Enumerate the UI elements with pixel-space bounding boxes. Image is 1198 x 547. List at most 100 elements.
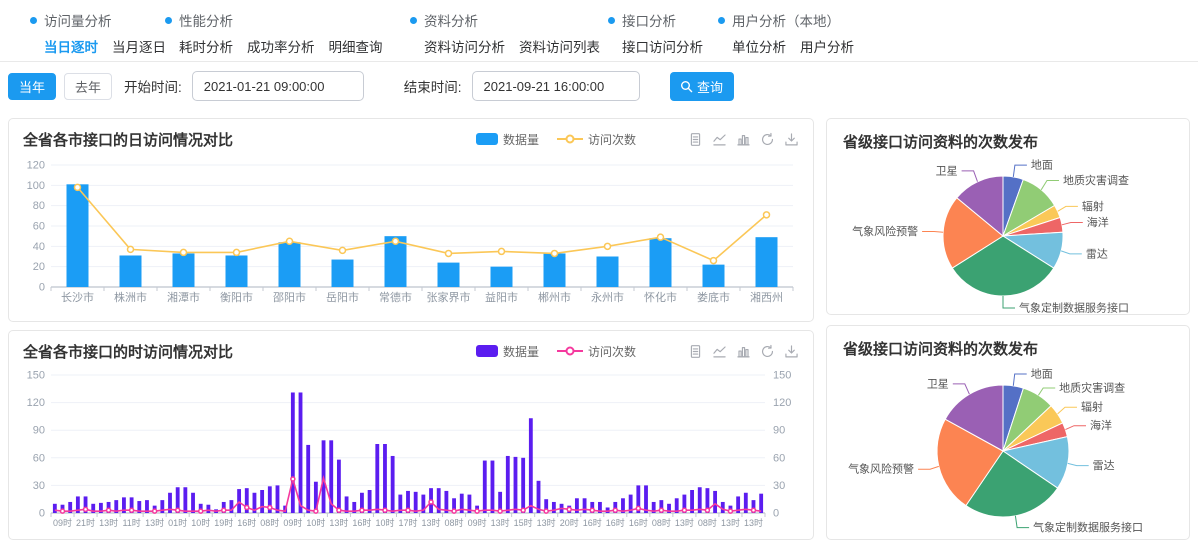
bar bbox=[521, 458, 525, 513]
nav-item[interactable]: 用户分析 bbox=[800, 36, 854, 56]
x-axis-tick-label: 长沙市 bbox=[61, 290, 94, 304]
hourly-chart-panel: 全省各市接口的时访问情况对比 数据量访问次数 00303060609090120… bbox=[8, 330, 814, 540]
legend-item-bar[interactable]: 数据量 bbox=[476, 131, 539, 148]
bar bbox=[183, 487, 187, 513]
legend-item-bar[interactable]: 数据量 bbox=[476, 343, 539, 360]
bullet-dot-icon bbox=[165, 17, 172, 24]
legend-item-line[interactable]: 访问次数 bbox=[557, 131, 636, 148]
bar bbox=[332, 260, 354, 287]
bullet-dot-icon bbox=[718, 17, 725, 24]
pie-bottom-chart[interactable]: 地面地质灾害调查辐射海洋雷达气象定制数据服务接口气象风险预警卫星 bbox=[835, 363, 1183, 540]
bar bbox=[414, 492, 418, 513]
line-marker bbox=[61, 509, 65, 513]
y-axis-right-tick-label: 90 bbox=[773, 425, 785, 437]
x-axis-tick-label: 10时 bbox=[306, 517, 325, 528]
bar bbox=[491, 267, 513, 287]
bar bbox=[529, 418, 533, 513]
search-button-label: 查询 bbox=[697, 77, 723, 96]
this-year-button[interactable]: 当年 bbox=[8, 73, 56, 100]
line-marker bbox=[544, 509, 548, 513]
restore-icon[interactable] bbox=[760, 344, 775, 359]
legend-item-line[interactable]: 访问次数 bbox=[557, 343, 636, 360]
bar-chart-toggle-icon[interactable] bbox=[736, 132, 751, 147]
x-axis-tick-label: 09时 bbox=[53, 517, 72, 528]
x-axis-tick-label: 15时 bbox=[514, 517, 533, 528]
download-icon[interactable] bbox=[784, 132, 799, 147]
restore-icon[interactable] bbox=[760, 132, 775, 147]
line-marker bbox=[446, 250, 452, 256]
line-marker bbox=[130, 508, 134, 512]
line-marker bbox=[107, 508, 111, 512]
daily-bar-line-chart[interactable]: 020406080100120长沙市株洲市湘潭市衡阳市邵阳市岳阳市常德市张家界市… bbox=[17, 153, 807, 319]
nav-group-title[interactable]: 性能分析 bbox=[165, 10, 410, 30]
magnifier-icon bbox=[680, 80, 693, 93]
bar bbox=[650, 238, 672, 287]
bar bbox=[276, 485, 280, 513]
nav-group-title[interactable]: 接口分析 bbox=[608, 10, 718, 30]
nav-group-title-label: 资料分析 bbox=[424, 10, 478, 30]
line-marker bbox=[552, 250, 558, 256]
nav-group-title[interactable]: 用户分析（本地） bbox=[718, 10, 854, 30]
nav-item[interactable]: 明细查询 bbox=[329, 36, 383, 56]
pie-top-chart[interactable]: 地面地质灾害调查辐射海洋雷达气象定制数据服务接口气象风险预警卫星 bbox=[835, 156, 1183, 315]
pie-label: 辐射 bbox=[1082, 199, 1104, 213]
y-axis-tick-label: 30 bbox=[33, 480, 45, 492]
legend-label: 数据量 bbox=[503, 131, 539, 148]
line-marker bbox=[84, 507, 88, 511]
line-marker bbox=[199, 509, 203, 513]
nav-item[interactable]: 当日逐时 bbox=[44, 36, 98, 56]
x-axis-tick-label: 10时 bbox=[375, 517, 394, 528]
pie-label: 地质灾害调查 bbox=[1063, 173, 1129, 187]
line-chart-toggle-icon[interactable] bbox=[712, 344, 727, 359]
bar bbox=[67, 184, 89, 287]
bar-chart-toggle-icon[interactable] bbox=[736, 344, 751, 359]
hourly-bar-line-chart[interactable]: 0030306060909012012015015009时21时13时11时13… bbox=[17, 365, 807, 540]
x-axis-tick-label: 娄底市 bbox=[697, 290, 730, 304]
nav-group-title[interactable]: 资料分析 bbox=[410, 10, 608, 30]
nav-group-4: 用户分析（本地） 单位分析用户分析 bbox=[718, 10, 854, 61]
x-axis-tick-label: 08时 bbox=[445, 517, 464, 528]
nav-item[interactable]: 资料访问列表 bbox=[519, 36, 600, 56]
line-marker bbox=[659, 508, 663, 512]
bar bbox=[438, 263, 460, 287]
nav-item[interactable]: 当月逐日 bbox=[112, 36, 166, 56]
pie-label: 气象风险预警 bbox=[852, 224, 918, 238]
line-marker bbox=[383, 508, 387, 512]
nav-group-title[interactable]: 访问量分析 bbox=[30, 10, 165, 30]
last-year-button[interactable]: 去年 bbox=[64, 73, 112, 100]
x-axis-tick-label: 16时 bbox=[237, 517, 256, 528]
nav-item[interactable]: 耗时分析 bbox=[179, 36, 233, 56]
start-time-input[interactable] bbox=[192, 71, 364, 101]
nav-item[interactable]: 资料访问分析 bbox=[424, 36, 505, 56]
line-marker bbox=[499, 248, 505, 254]
data-view-icon[interactable] bbox=[688, 132, 703, 147]
line-chart-toggle-icon[interactable] bbox=[712, 132, 727, 147]
download-icon[interactable] bbox=[784, 344, 799, 359]
search-button[interactable]: 查询 bbox=[670, 72, 734, 101]
bar bbox=[299, 392, 303, 513]
y-axis-tick-label: 0 bbox=[39, 282, 45, 294]
line-marker bbox=[682, 508, 686, 512]
x-axis-tick-label: 13时 bbox=[99, 517, 118, 528]
end-time-label: 结束时间: bbox=[404, 76, 462, 96]
x-axis-tick-label: 13时 bbox=[537, 517, 556, 528]
nav-item[interactable]: 成功率分析 bbox=[247, 36, 315, 56]
bullet-dot-icon bbox=[608, 17, 615, 24]
hourly-chart-toolbox bbox=[688, 344, 799, 359]
y-axis-right-tick-label: 30 bbox=[773, 480, 785, 492]
bar bbox=[375, 444, 379, 513]
daily-chart-legend: 数据量 访问次数 bbox=[476, 131, 636, 148]
nav-item[interactable]: 接口访问分析 bbox=[622, 36, 703, 56]
nav-item[interactable]: 单位分析 bbox=[732, 36, 786, 56]
bar bbox=[544, 253, 566, 287]
line-marker bbox=[222, 508, 226, 512]
line-marker bbox=[567, 507, 571, 511]
line-marker bbox=[360, 508, 364, 512]
legend-label: 访问次数 bbox=[588, 343, 636, 360]
x-axis-tick-label: 16时 bbox=[606, 517, 625, 528]
pie-top-title: 省级接口访问资料的次数发布 bbox=[827, 119, 1189, 152]
bar bbox=[206, 505, 210, 513]
data-view-icon[interactable] bbox=[688, 344, 703, 359]
legend-label: 数据量 bbox=[503, 343, 539, 360]
end-time-input[interactable] bbox=[472, 71, 640, 101]
